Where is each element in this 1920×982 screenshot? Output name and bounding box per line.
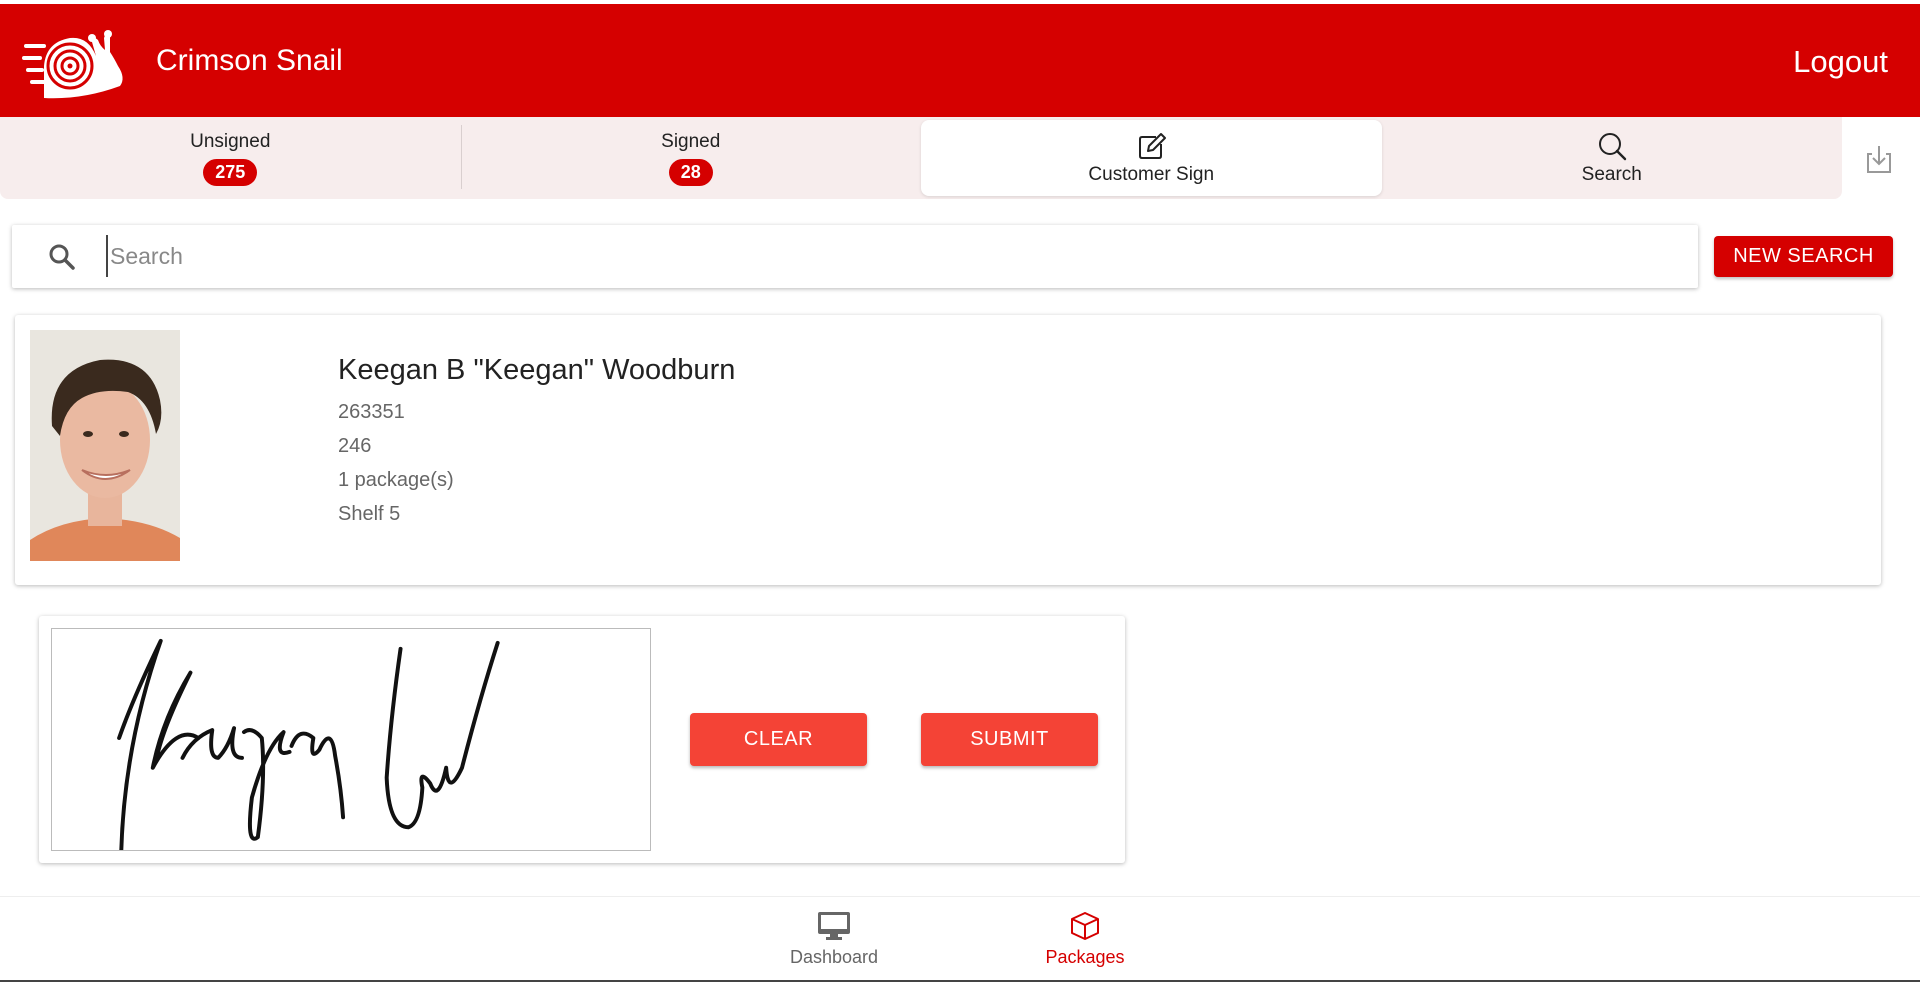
customer-info: Keegan B "Keegan" Woodburn 263351 246 1 … (338, 354, 735, 531)
customer-avatar (30, 330, 180, 561)
tab-unsigned[interactable]: Unsigned 275 (0, 117, 461, 199)
tab-divider (461, 125, 462, 189)
customer-box-number: 246 (338, 435, 372, 457)
nav-dashboard-label: Dashboard (789, 947, 879, 967)
submit-signature-button[interactable]: SUBMIT (921, 713, 1098, 766)
signature-card: CLEAR SUBMIT (39, 616, 1125, 863)
desktop-icon (818, 912, 850, 940)
package-tabs: Unsigned 275 Signed 28 Customer Sign Sea… (0, 117, 1842, 199)
box-icon (1071, 912, 1099, 940)
nav-packages-label: Packages (1045, 947, 1125, 967)
signature-pad[interactable] (51, 628, 651, 851)
tab-search-label: Search (1581, 164, 1642, 185)
clear-signature-button[interactable]: CLEAR (690, 713, 867, 766)
bottom-navigation: Dashboard Packages (0, 896, 1920, 980)
nav-packages[interactable]: Packages (1037, 911, 1133, 968)
customer-id: 263351 (338, 401, 405, 423)
tab-unsigned-label: Unsigned (190, 130, 271, 152)
new-search-button[interactable]: NEW SEARCH (1714, 236, 1893, 277)
app-header: Crimson Snail Logout (0, 4, 1920, 117)
tab-customer-sign[interactable]: Customer Sign (921, 120, 1382, 196)
tab-customer-sign-label: Customer Sign (1088, 164, 1215, 185)
search-icon (49, 244, 75, 270)
customer-name: Keegan B "Keegan" Woodburn (338, 354, 736, 386)
signed-count-badge: 28 (668, 158, 713, 186)
customer-shelf: Shelf 5 (338, 503, 401, 525)
search-icon (1598, 133, 1626, 161)
tab-search[interactable]: Search (1382, 117, 1843, 199)
customer-package-count: 1 package(s) (338, 469, 454, 491)
app-title: Crimson Snail (156, 44, 343, 77)
customer-card: Keegan B "Keegan" Woodburn 263351 246 1 … (15, 315, 1881, 585)
logout-link[interactable]: Logout (1793, 44, 1888, 80)
tab-signed-label: Signed (661, 130, 721, 152)
tab-signed[interactable]: Signed 28 (461, 117, 922, 199)
download-icon[interactable] (1862, 142, 1896, 176)
snail-logo-icon (22, 30, 123, 99)
search-bar (12, 225, 1698, 288)
edit-icon (1139, 133, 1167, 159)
search-input[interactable] (106, 235, 1666, 277)
unsigned-count-badge: 275 (203, 158, 258, 186)
nav-dashboard[interactable]: Dashboard (786, 911, 882, 968)
